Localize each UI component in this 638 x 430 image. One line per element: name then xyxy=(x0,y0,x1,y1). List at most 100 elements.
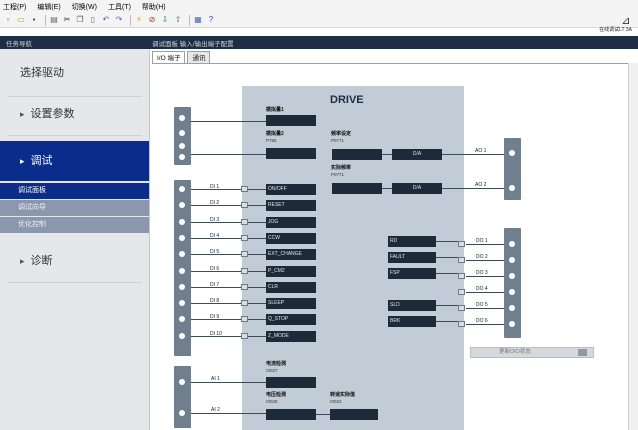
help-icon[interactable]: ? xyxy=(206,15,216,25)
menu-item[interactable]: 帮助(H) xyxy=(142,2,166,12)
toolbar: ⊿ ▫ ▭ ▪ ▤ ✂ ❐ ▯ ↶ ↷ ⚡ ⊘ ⇩ ⇧ ▦? xyxy=(0,13,638,28)
bottom-block-3[interactable] xyxy=(330,409,378,420)
wire xyxy=(316,414,330,415)
ao1-value-box[interactable] xyxy=(332,149,382,160)
sidebar-subitem-panel[interactable]: 调试面板 xyxy=(0,183,149,199)
terminal-pin[interactable] xyxy=(179,115,185,121)
di-function-box[interactable]: Z_MODE xyxy=(266,330,316,342)
wire xyxy=(382,188,392,189)
wire xyxy=(442,188,504,189)
divider xyxy=(8,135,142,136)
terminal-pin[interactable] xyxy=(509,289,515,295)
sidebar-item-parameters[interactable]: ▸ 设置参数 xyxy=(0,105,149,123)
download-icon[interactable]: ⇩ xyxy=(160,15,170,25)
di-function-box[interactable]: CLR xyxy=(266,281,316,293)
terminal-pin[interactable] xyxy=(509,185,515,191)
do-function-box[interactable]: BRK xyxy=(388,316,436,327)
do-function-box[interactable]: FSP xyxy=(388,268,436,279)
menu-item[interactable]: 工程(P) xyxy=(3,2,26,12)
copy-icon[interactable]: ❐ xyxy=(75,15,85,25)
di-function-box[interactable]: Q_STOP xyxy=(266,314,316,326)
terminal-pin[interactable] xyxy=(179,218,185,225)
ai1-value-box[interactable] xyxy=(266,115,316,126)
save-icon[interactable]: ▪ xyxy=(29,15,39,25)
wire xyxy=(191,319,266,321)
ao2-caption: 实际频率 xyxy=(331,165,352,171)
terminal-pin[interactable] xyxy=(179,154,185,160)
wire xyxy=(191,270,266,272)
disconnect-icon[interactable]: ⊘ xyxy=(147,15,157,25)
ao2-param: P0771 xyxy=(331,172,345,177)
wire xyxy=(466,308,504,309)
status-label: 更新DIO状态 xyxy=(499,349,531,355)
terminal-pin[interactable] xyxy=(509,257,515,263)
di-function-box[interactable]: ON/OFF xyxy=(266,184,316,195)
bottom-block-2[interactable] xyxy=(266,409,316,420)
terminal-pin[interactable] xyxy=(179,267,185,274)
bullet-icon: ▸ xyxy=(20,109,25,119)
menu-item[interactable]: 工具(T) xyxy=(108,2,131,12)
sidebar-item-diagnostics[interactable]: ▸ 诊断 xyxy=(0,252,149,270)
do-status-indicator xyxy=(458,321,465,327)
di-function-box[interactable]: JOG xyxy=(266,216,316,228)
sidebar-subitem-wizard[interactable]: 调试向导 xyxy=(0,200,149,216)
di-function-box[interactable]: SLEEP xyxy=(266,298,316,310)
cut-icon[interactable]: ✂ xyxy=(62,15,72,25)
menu-item[interactable]: 切换(W) xyxy=(72,2,97,12)
di-function-box[interactable]: CCW xyxy=(266,232,316,244)
terminal-pin[interactable] xyxy=(179,332,185,339)
print-icon[interactable]: ▤ xyxy=(49,15,59,25)
di-function-box[interactable]: P_CM2 xyxy=(266,265,316,277)
bottom-block-1-param: r0027 xyxy=(266,368,278,373)
bottom-block-1[interactable] xyxy=(266,377,316,388)
settings-icon[interactable]: ▦ xyxy=(193,15,203,25)
wire xyxy=(466,292,504,293)
terminal-pin[interactable] xyxy=(179,316,185,323)
do-function-box[interactable]: RD xyxy=(388,236,436,247)
undo-icon[interactable]: ↶ xyxy=(101,15,111,25)
do-function-box[interactable]: FAULT xyxy=(388,252,436,263)
wire xyxy=(191,303,266,305)
terminal-pin[interactable] xyxy=(509,305,515,311)
open-icon[interactable]: ▭ xyxy=(16,15,26,25)
bullet-icon: ▸ xyxy=(20,156,25,166)
terminal-pin[interactable] xyxy=(179,130,185,136)
menu-bar: 工程(P) 编辑(E) 切换(W) 工具(T) 帮助(H) xyxy=(0,0,638,13)
terminal-pin[interactable] xyxy=(179,202,185,209)
terminal-pin[interactable] xyxy=(179,143,185,149)
terminal-pin[interactable] xyxy=(509,321,515,327)
new-icon[interactable]: ▫ xyxy=(3,15,13,25)
redo-icon[interactable]: ↷ xyxy=(114,15,124,25)
connect-icon[interactable]: ⚡ xyxy=(134,15,144,25)
sidebar-item-commissioning[interactable]: ▸ 调试 xyxy=(0,141,149,181)
bottom-block-3-param: r0022 xyxy=(330,399,342,404)
upload-icon[interactable]: ⇧ xyxy=(173,15,183,25)
wire xyxy=(436,321,458,322)
terminal-pin[interactable] xyxy=(179,234,185,241)
terminal-pin[interactable] xyxy=(179,379,185,385)
terminal-pin[interactable] xyxy=(179,300,185,307)
menu-item[interactable]: 编辑(E) xyxy=(37,2,60,12)
paste-icon[interactable]: ▯ xyxy=(88,15,98,25)
terminal-pin[interactable] xyxy=(179,410,185,416)
di-function-box[interactable]: RESET xyxy=(266,200,316,212)
terminal-pin[interactable] xyxy=(509,273,515,279)
di-status-indicator xyxy=(241,300,248,307)
ao1-caption: 频率设定 xyxy=(331,131,352,137)
update-dio-status-button[interactable]: 更新DIO状态 xyxy=(470,347,594,358)
sidebar-subitem-optimize[interactable]: 优化控制 xyxy=(0,217,149,233)
vertical-scrollbar[interactable] xyxy=(628,63,638,430)
do-function-box[interactable]: SLD xyxy=(388,300,436,311)
wire xyxy=(436,305,458,306)
terminal-pin[interactable] xyxy=(179,251,185,258)
di-status-indicator xyxy=(241,332,248,339)
ao2-value-box[interactable] xyxy=(332,183,382,194)
wire xyxy=(442,154,504,155)
sidebar-item-select-drive[interactable]: 选择驱动 xyxy=(0,63,149,83)
terminal-pin[interactable] xyxy=(509,241,515,247)
terminal-pin[interactable] xyxy=(509,150,515,156)
di-function-box[interactable]: EXT_CHANGE xyxy=(266,249,316,261)
ai2-value-box[interactable] xyxy=(266,148,316,159)
terminal-pin[interactable] xyxy=(179,283,185,290)
terminal-pin[interactable] xyxy=(179,186,185,192)
